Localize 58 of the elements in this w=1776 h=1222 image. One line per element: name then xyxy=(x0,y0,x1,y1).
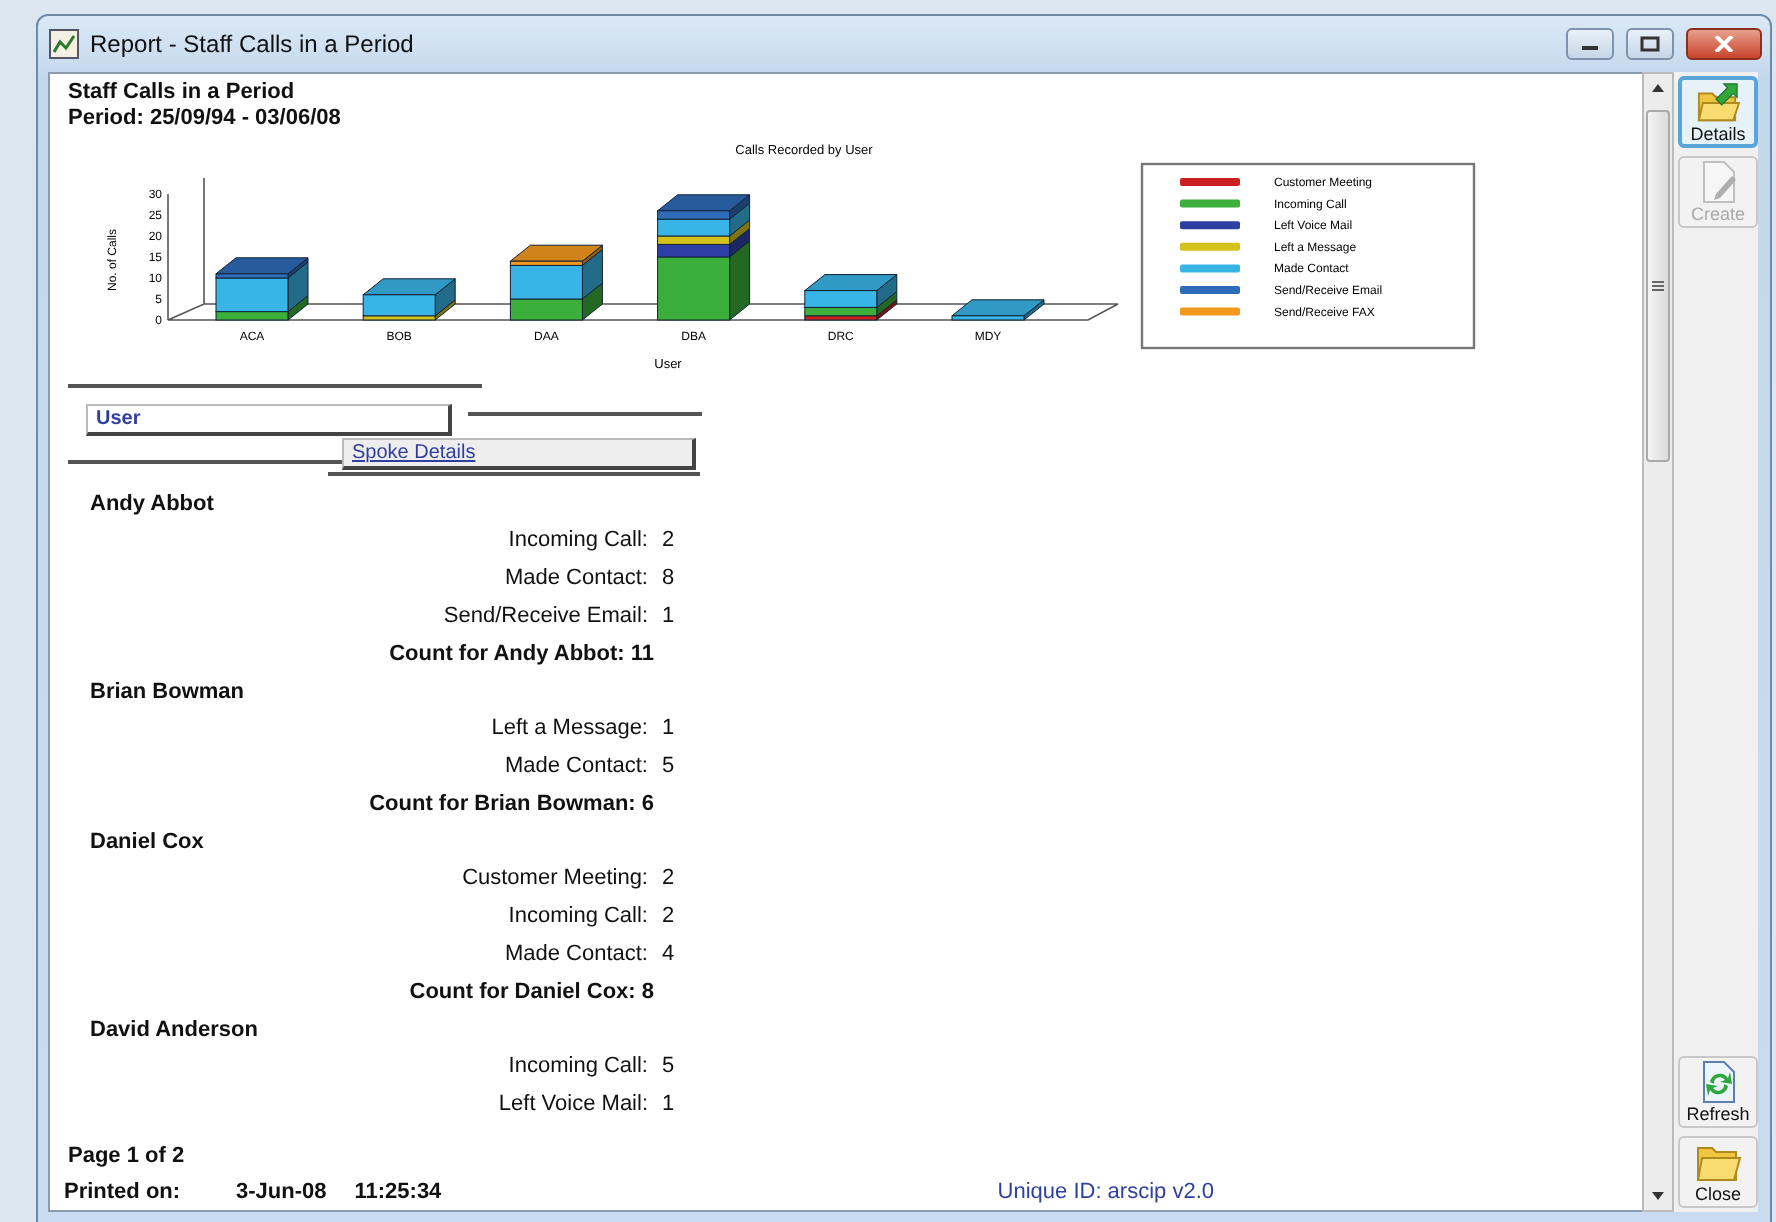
detail-label: Incoming Call: xyxy=(506,526,648,556)
group-header: Spoke Details xyxy=(342,438,696,470)
minimize-button[interactable] xyxy=(1566,28,1614,60)
user-count: Count for Daniel Cox: 8 xyxy=(409,978,654,1008)
user-name: Brian Bowman xyxy=(90,678,245,708)
bar-depth-drawing xyxy=(951,299,1045,321)
detail-value: 1 xyxy=(662,714,675,744)
user-count: Count for Andy Abbot: 11 xyxy=(389,640,654,670)
bar-depth-drawing xyxy=(509,244,603,321)
report-icon xyxy=(48,28,80,60)
user-count: Count for Brian Bowman: 6 xyxy=(369,790,654,820)
scroll-up-icon[interactable] xyxy=(1650,82,1666,94)
printed-date: 3-Jun-08 xyxy=(236,1178,327,1208)
report-period: Period: 25/09/94 - 03/06/08 xyxy=(68,106,341,132)
close-button[interactable] xyxy=(1686,28,1762,60)
maximize-button[interactable] xyxy=(1626,28,1674,60)
detail-value: 1 xyxy=(662,602,675,632)
bar-depth-drawing xyxy=(215,257,309,321)
bar-depth-drawing xyxy=(362,278,456,321)
unique-id: Unique ID: arscip v2.0 xyxy=(997,1178,1214,1208)
close-button[interactable]: Close xyxy=(1678,1136,1758,1208)
details-button[interactable]: Details xyxy=(1678,76,1758,148)
detail-value: 4 xyxy=(662,940,675,970)
detail-label: Made Contact: xyxy=(502,752,648,782)
scroll-down-icon[interactable] xyxy=(1650,1190,1666,1202)
detail-value: 2 xyxy=(662,526,675,556)
detail-value: 5 xyxy=(662,752,675,782)
scrollbar-thumb[interactable] xyxy=(1646,110,1670,462)
detail-label: Made Contact: xyxy=(502,940,648,970)
maximize-icon xyxy=(1640,36,1660,52)
detail-label: Incoming Call: xyxy=(506,1052,648,1082)
user-name: David Anderson xyxy=(90,1016,258,1046)
detail-label: Incoming Call: xyxy=(506,902,648,932)
report-title: Staff Calls in a Period xyxy=(68,80,295,106)
detail-label: Left Voice Mail: xyxy=(496,1090,648,1120)
y-axis xyxy=(167,193,169,321)
refresh-button[interactable]: Refresh xyxy=(1678,1056,1758,1128)
bar-depth-drawing xyxy=(657,194,751,321)
detail-value: 2 xyxy=(662,864,675,894)
window-title: Report - Staff Calls in a Period xyxy=(90,30,414,58)
user-name: Daniel Cox xyxy=(90,828,204,858)
detail-label: Left a Message: xyxy=(489,714,648,744)
detail-value: 1 xyxy=(662,1090,675,1120)
bar-depth-drawing xyxy=(804,274,898,321)
bar-segment xyxy=(951,315,1025,321)
detail-value: 5 xyxy=(662,1052,675,1082)
detail-label: Send/Receive Email: xyxy=(441,602,648,632)
detail-label: Customer Meeting: xyxy=(460,864,648,894)
detail-value: 2 xyxy=(662,902,675,932)
group-header: User xyxy=(86,404,452,436)
page-number: Page 1 of 2 xyxy=(68,1142,185,1172)
folder-arrow-icon xyxy=(1694,82,1742,124)
close-icon xyxy=(1714,36,1734,52)
printed-time: 11:25:34 xyxy=(354,1178,442,1208)
printed-label: Printed on: xyxy=(64,1178,183,1208)
user-name: Andy Abbot xyxy=(90,490,214,520)
detail-label: Made Contact: xyxy=(502,564,648,594)
detail-value: 8 xyxy=(662,564,675,594)
